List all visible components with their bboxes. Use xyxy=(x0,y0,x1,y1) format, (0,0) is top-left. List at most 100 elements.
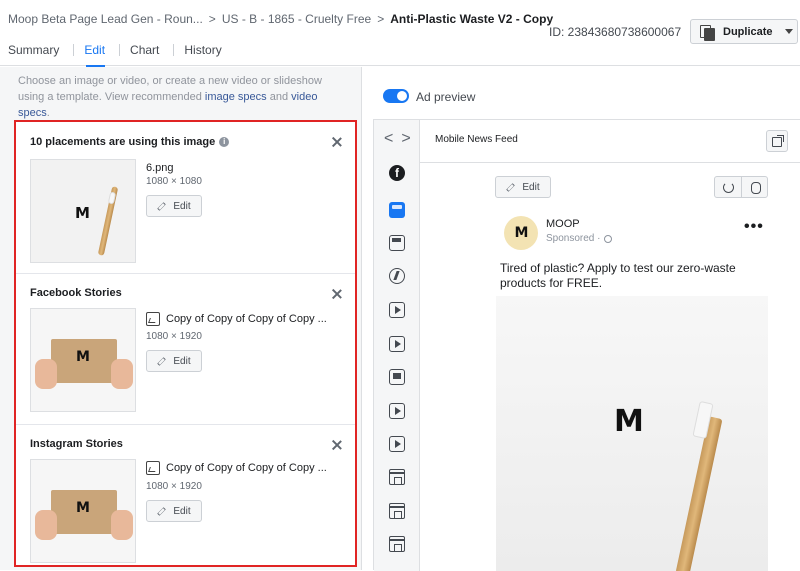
tab-bar: Summary Edit Chart History xyxy=(8,43,236,67)
pencil-icon xyxy=(506,182,516,192)
placement-section-facebook-stories: Facebook Stories M Copy of Copy of Copy … xyxy=(16,275,355,425)
section-title: 10 placements are using this image i xyxy=(30,136,230,148)
tab-divider xyxy=(119,44,121,56)
section-title-text: 10 placements are using this image xyxy=(30,136,216,148)
sponsored-text: Sponsored · xyxy=(546,233,601,244)
hand-graphic xyxy=(35,359,57,389)
moop-logo: M xyxy=(514,225,529,241)
toothbrush-graphic xyxy=(675,416,723,571)
edit-image-button[interactable]: Edit xyxy=(146,350,202,372)
media-description: Choose an image or video, or create a ne… xyxy=(18,73,338,121)
breadcrumb: Moop Beta Page Lead Gen - Roun... > US -… xyxy=(8,12,553,26)
facebook-icon[interactable]: f xyxy=(389,165,405,181)
open-external-icon[interactable] xyxy=(766,130,788,152)
video-icon[interactable] xyxy=(389,403,405,419)
globe-icon xyxy=(604,234,613,243)
tab-history[interactable]: History xyxy=(184,43,231,63)
placement-nav: <> xyxy=(384,130,419,148)
sponsored-label: Sponsored · xyxy=(546,233,613,244)
tab-divider xyxy=(73,44,75,56)
close-icon[interactable] xyxy=(331,439,343,451)
in-stream-video-icon[interactable] xyxy=(389,336,405,352)
preview-edit-button[interactable]: Edit xyxy=(495,176,551,198)
header: Moop Beta Page Lead Gen - Roun... > US -… xyxy=(0,0,800,67)
tab-divider xyxy=(173,44,175,56)
edit-label: Edit xyxy=(173,355,191,367)
marketplace-icon[interactable] xyxy=(389,235,405,251)
image-specs-link[interactable]: image specs xyxy=(205,91,267,103)
image-icon xyxy=(146,461,160,475)
description-suffix: . xyxy=(46,107,50,119)
chevron-left-icon[interactable]: < xyxy=(384,130,401,147)
post-image[interactable]: M xyxy=(496,296,768,571)
instant-articles-icon[interactable] xyxy=(389,268,405,284)
pencil-icon xyxy=(157,506,167,516)
placements-highlight-box: 10 placements are using this image i M 6… xyxy=(14,120,357,567)
page-name[interactable]: MOOP xyxy=(546,218,580,230)
preview-action-buttons xyxy=(714,176,768,198)
pencil-icon xyxy=(157,201,167,211)
shop-icon[interactable] xyxy=(389,469,405,485)
divider xyxy=(420,162,800,163)
edit-label: Edit xyxy=(173,505,191,517)
close-icon[interactable] xyxy=(331,136,343,148)
tab-chart[interactable]: Chart xyxy=(130,43,169,63)
ad-preview-panel: Ad preview <> f Mobile News Feed Edit M … xyxy=(363,67,800,571)
image-thumbnail[interactable]: M xyxy=(30,459,136,563)
breadcrumb-campaign[interactable]: Moop Beta Page Lead Gen - Roun... xyxy=(8,12,203,26)
file-name: Copy of Copy of Copy of Copy ... xyxy=(146,461,327,475)
media-panel: Choose an image or video, or create a ne… xyxy=(0,67,362,570)
edit-label: Edit xyxy=(173,200,191,212)
file-name-text: Copy of Copy of Copy of Copy ... xyxy=(166,462,327,474)
edit-image-button[interactable]: Edit xyxy=(146,195,202,217)
section-title: Instagram Stories xyxy=(30,438,123,450)
moop-logo: M xyxy=(614,404,644,439)
ad-id: ID: 23843680738600067 xyxy=(549,25,682,39)
duplicate-label: Duplicate xyxy=(723,25,773,38)
ad-post-preview: M MOOP Sponsored · ••• Tired of plastic?… xyxy=(496,212,770,571)
section-title: Facebook Stories xyxy=(30,287,122,299)
edit-label: Edit xyxy=(522,181,540,193)
shop-icon[interactable] xyxy=(389,536,405,552)
video-feeds-icon[interactable] xyxy=(389,302,405,318)
bug-icon[interactable] xyxy=(742,177,768,197)
preview-frame: <> f Mobile News Feed Edit M MOOP Sponso… xyxy=(373,119,800,571)
placement-section-instagram-stories: Instagram Stories M Copy of Copy of Copy… xyxy=(16,426,355,565)
moop-logo: M xyxy=(75,204,90,222)
moop-logo: M xyxy=(76,349,90,365)
chevron-right-icon[interactable]: > xyxy=(401,130,418,147)
duplicate-button[interactable]: Duplicate xyxy=(690,19,798,44)
image-thumbnail[interactable]: M xyxy=(30,308,136,412)
stories-icon[interactable] xyxy=(389,369,405,385)
ad-preview-label: Ad preview xyxy=(416,90,476,104)
file-name-text: Copy of Copy of Copy of Copy ... xyxy=(166,313,327,325)
info-icon[interactable]: i xyxy=(219,137,230,147)
hand-graphic xyxy=(35,510,57,540)
close-icon[interactable] xyxy=(331,288,343,300)
breadcrumb-adset[interactable]: US - B - 1865 - Cruelty Free xyxy=(222,12,371,26)
image-thumbnail[interactable]: M xyxy=(30,159,136,263)
post-text: Tired of plastic? Apply to test our zero… xyxy=(500,261,736,290)
hand-graphic xyxy=(111,510,133,540)
hand-graphic xyxy=(111,359,133,389)
video-icon[interactable] xyxy=(389,436,405,452)
placement-section-all: 10 placements are using this image i M 6… xyxy=(16,122,355,274)
file-name: 6.png xyxy=(146,162,174,174)
placement-label: Mobile News Feed xyxy=(435,134,518,145)
news-feed-icon[interactable] xyxy=(389,202,405,218)
tab-summary[interactable]: Summary xyxy=(8,43,69,63)
file-dimensions: 1080 × 1080 xyxy=(146,176,202,187)
ad-preview-toggle[interactable] xyxy=(383,89,409,103)
breadcrumb-separator: > xyxy=(208,12,216,26)
copy-icon xyxy=(699,24,715,41)
file-dimensions: 1080 × 1920 xyxy=(146,331,202,342)
edit-image-button[interactable]: Edit xyxy=(146,500,202,522)
shop-icon[interactable] xyxy=(389,503,405,519)
refresh-icon[interactable] xyxy=(715,177,742,197)
breadcrumb-ad: Anti-Plastic Waste V2 - Copy xyxy=(390,12,554,26)
more-options-icon[interactable]: ••• xyxy=(744,218,764,236)
file-name: Copy of Copy of Copy of Copy ... xyxy=(146,312,327,326)
tab-edit[interactable]: Edit xyxy=(84,43,115,67)
chevron-down-icon xyxy=(784,29,793,34)
placement-icon-rail: <> f xyxy=(374,120,420,571)
